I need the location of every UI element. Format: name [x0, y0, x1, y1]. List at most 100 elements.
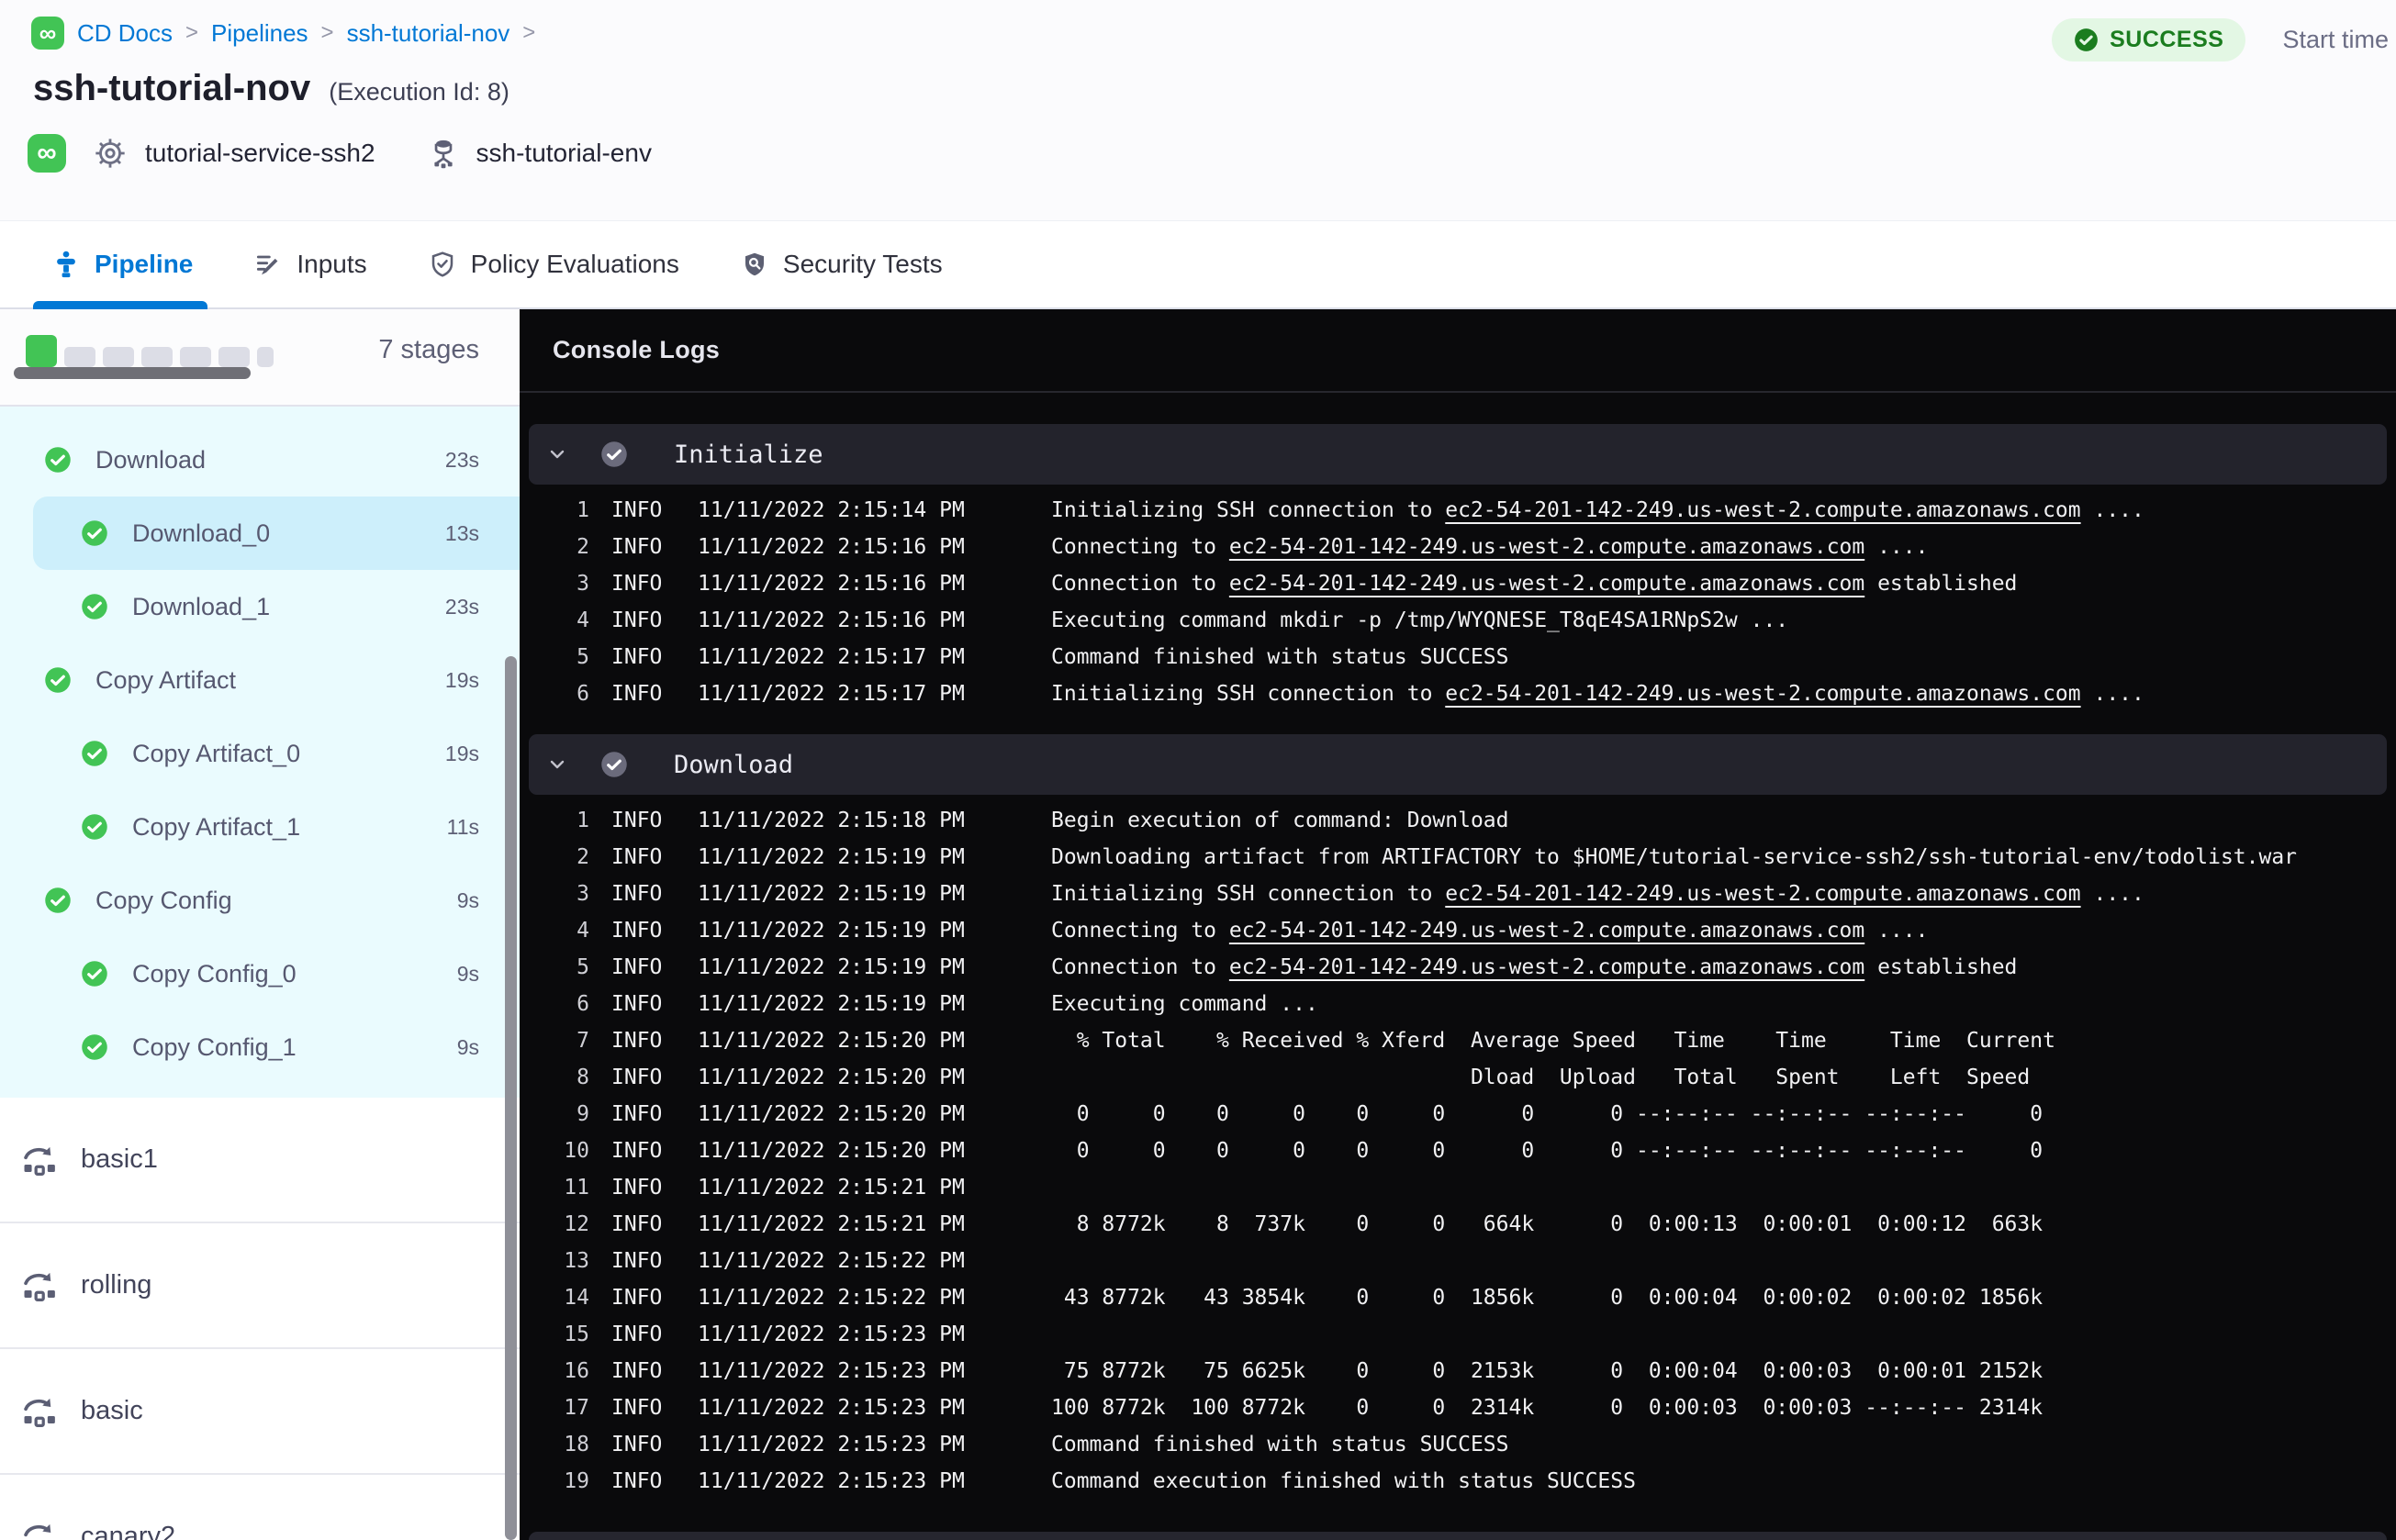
- next-section-bar[interactable]: [529, 1532, 2387, 1540]
- log-level: INFO: [611, 608, 663, 632]
- log-link[interactable]: ec2-54-201-142-249.us-west-2.compute.ama…: [1229, 572, 1864, 596]
- log-text: ....: [2080, 882, 2144, 906]
- sidebar-scrollbar[interactable]: [505, 656, 517, 1540]
- log-line: 6 INFO 11/11/2022 2:15:17 PM Initializing S…: [520, 675, 2396, 712]
- breadcrumb-link[interactable]: ssh-tutorial-nov: [347, 19, 510, 48]
- log-line: 8 INFO 11/11/2022 2:15:20 PM Dload Upload …: [520, 1059, 2396, 1096]
- log-text: Command execution finished with status S…: [1051, 1469, 1636, 1493]
- log-level: INFO: [611, 992, 663, 1016]
- stage-row-copy-config_1[interactable]: Copy Config_1 9s: [0, 1010, 520, 1084]
- pipeline-row-basic1[interactable]: basic1: [0, 1098, 520, 1223]
- log-line-number: 11: [564, 1176, 589, 1200]
- stage-row-copy-config_0[interactable]: Copy Config_0 9s: [0, 937, 520, 1010]
- stage-label: Copy Artifact: [95, 665, 237, 694]
- log-timestamp: 11/11/2022 2:15:20 PM: [698, 1029, 965, 1053]
- log-timestamp: 11/11/2022 2:15:19 PM: [698, 955, 965, 979]
- log-timestamp: 11/11/2022 2:15:16 PM: [698, 608, 965, 632]
- log-line-number: 17: [564, 1396, 589, 1420]
- tab-pipeline[interactable]: Pipeline: [33, 221, 208, 309]
- log-text: established: [1864, 572, 2018, 596]
- log-link[interactable]: ec2-54-201-142-249.us-west-2.compute.ama…: [1229, 535, 1864, 559]
- stage-progress-segment[interactable]: [180, 347, 211, 367]
- stage-row-copy-artifact_0[interactable]: Copy Artifact_0 19s: [0, 717, 520, 790]
- start-time-label: Start time: [2282, 26, 2389, 53]
- pipeline-row-canary2[interactable]: canary2: [0, 1475, 520, 1540]
- pipeline-row-rolling[interactable]: rolling: [0, 1223, 520, 1349]
- log-timestamp: 11/11/2022 2:15:23 PM: [698, 1322, 965, 1346]
- log-level: INFO: [611, 919, 663, 943]
- stage-row-copy-artifact[interactable]: Copy Artifact 19s: [0, 643, 520, 717]
- log-level: INFO: [611, 882, 663, 906]
- log-line-number: 18: [564, 1433, 589, 1456]
- log-line: 15 INFO 11/11/2022 2:15:23 PM: [520, 1316, 2396, 1353]
- log-timestamp: 11/11/2022 2:15:22 PM: [698, 1249, 965, 1273]
- log-text: Connection to: [1051, 572, 1229, 596]
- stage-duration: 23s: [444, 447, 479, 472]
- log-line: 2 INFO 11/11/2022 2:15:16 PM Connecting to …: [520, 529, 2396, 565]
- breadcrumb-link[interactable]: Pipelines: [211, 19, 308, 48]
- log-text: ....: [1864, 535, 1929, 559]
- breadcrumb-separator: >: [320, 20, 334, 45]
- log-text: Begin execution of command: Download: [1051, 809, 1509, 832]
- tab-security-tests[interactable]: Security Tests: [740, 221, 943, 307]
- stage-row-copy-config[interactable]: Copy Config 9s: [0, 864, 520, 937]
- log-level: INFO: [611, 1029, 663, 1053]
- breadcrumb-link[interactable]: CD Docs: [77, 19, 173, 48]
- stage-duration: 13s: [444, 520, 479, 545]
- log-text: ....: [2080, 682, 2144, 706]
- console-title: Console Logs: [553, 336, 721, 363]
- stage-progress-segment[interactable]: [257, 347, 274, 367]
- stage-progress-segment[interactable]: [64, 347, 95, 367]
- log-link[interactable]: ec2-54-201-142-249.us-west-2.compute.ama…: [1229, 919, 1864, 943]
- service-name[interactable]: tutorial-service-ssh2: [145, 139, 375, 168]
- log-link[interactable]: ec2-54-201-142-249.us-west-2.compute.ama…: [1445, 882, 2080, 906]
- check-circle-icon: [82, 594, 107, 619]
- log-timestamp: 11/11/2022 2:15:23 PM: [698, 1433, 965, 1456]
- execution-sidebar: 7 stages Download 23s Download_0 13s Downloa…: [0, 309, 520, 1540]
- log-line-number: 12: [564, 1212, 589, 1236]
- tab-label: Pipeline: [95, 250, 194, 278]
- log-lines-initialize: 1 INFO 11/11/2022 2:15:14 PM Initializing S…: [520, 485, 2396, 718]
- stage-duration: 9s: [456, 887, 479, 912]
- tab-inputs[interactable]: Inputs: [253, 221, 367, 307]
- log-section-header-download[interactable]: Download: [529, 734, 2387, 795]
- rollback-pipeline-icon: [24, 1523, 51, 1536]
- log-section-header-initialize[interactable]: Initialize: [529, 424, 2387, 485]
- console-log-area: Initialize 1 INFO 11/11/2022 2:15:14 PM Init…: [520, 393, 2396, 1540]
- log-link[interactable]: ec2-54-201-142-249.us-west-2.compute.ama…: [1229, 955, 1864, 979]
- stage-row-download_1[interactable]: Download_1 23s: [0, 570, 520, 643]
- log-line: 17 INFO 11/11/2022 2:15:23 PM 100 8772k 100…: [520, 1389, 2396, 1426]
- log-timestamp: 11/11/2022 2:15:19 PM: [698, 992, 965, 1016]
- environment-name[interactable]: ssh-tutorial-env: [476, 139, 652, 168]
- stage-progress-segment[interactable]: [141, 347, 173, 367]
- pipeline-row-basic[interactable]: basic: [0, 1349, 520, 1475]
- stage-progress-track[interactable]: [14, 367, 251, 379]
- log-link[interactable]: ec2-54-201-142-249.us-west-2.compute.ama…: [1445, 682, 2080, 706]
- stage-row-download_0[interactable]: Download_0 13s: [33, 497, 520, 570]
- stage-progress-segment[interactable]: [26, 335, 57, 367]
- check-circle-icon: [45, 447, 71, 473]
- stage-progress-segment[interactable]: [103, 347, 134, 367]
- log-line: 3 INFO 11/11/2022 2:15:16 PM Connection to …: [520, 565, 2396, 602]
- log-level: INFO: [611, 1469, 663, 1493]
- log-link[interactable]: ec2-54-201-142-249.us-west-2.compute.ama…: [1445, 498, 2080, 522]
- pipeline-label: canary2: [81, 1522, 176, 1540]
- stage-row-copy-artifact_1[interactable]: Copy Artifact_1 11s: [0, 790, 520, 864]
- stage-count-label: 7 stages: [378, 335, 479, 364]
- log-level: INFO: [611, 1102, 663, 1126]
- stage-progress-segment[interactable]: [218, 347, 250, 367]
- stage-duration: 9s: [456, 961, 479, 986]
- rollback-pipeline-icon: [24, 1398, 55, 1427]
- log-line: 13 INFO 11/11/2022 2:15:22 PM: [520, 1243, 2396, 1279]
- chevron-down-icon[interactable]: [546, 753, 568, 776]
- stage-row-download[interactable]: Download 23s: [0, 423, 520, 497]
- log-line-number: 4: [577, 608, 589, 632]
- chevron-down-icon[interactable]: [546, 443, 568, 465]
- stage-label: Copy Config: [95, 886, 232, 914]
- log-section-label: Initialize: [674, 440, 823, 469]
- log-text: established: [1864, 955, 2018, 979]
- log-timestamp: 11/11/2022 2:15:20 PM: [698, 1139, 965, 1163]
- tab-policy-evaluations[interactable]: Policy Evaluations: [428, 221, 679, 307]
- gear-icon: [92, 135, 129, 172]
- log-text: Initializing SSH connection to: [1051, 682, 1446, 706]
